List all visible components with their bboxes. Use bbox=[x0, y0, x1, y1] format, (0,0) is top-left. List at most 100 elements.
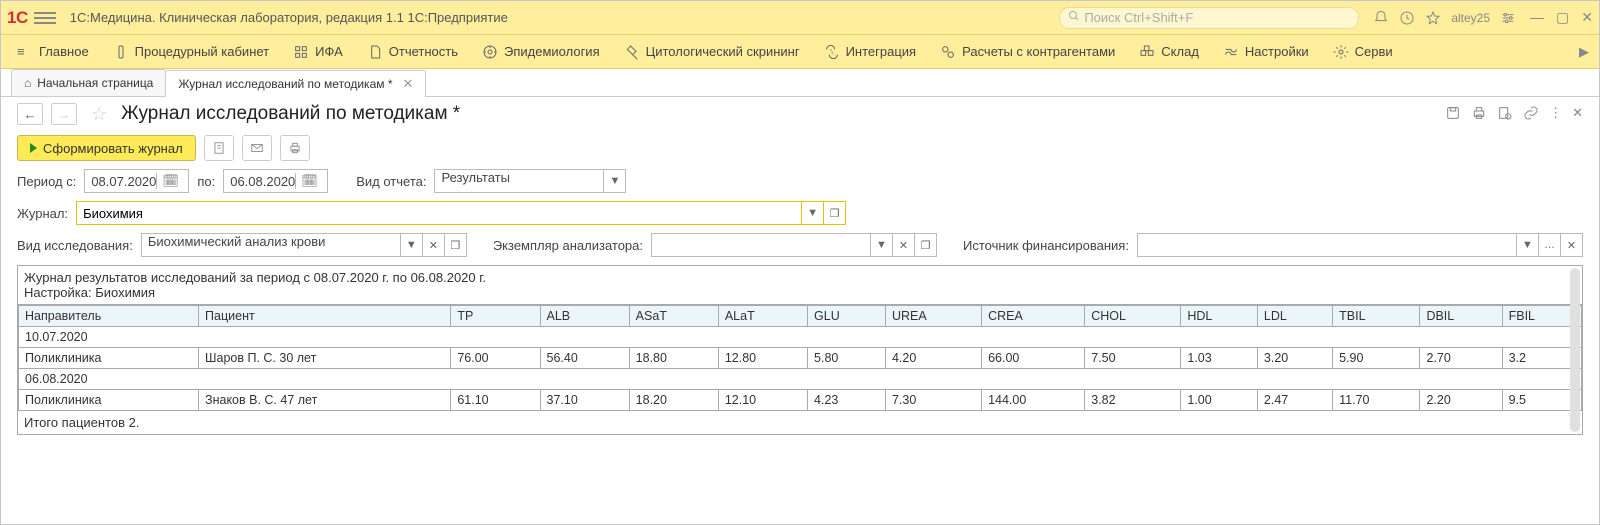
table-header: ASaT bbox=[629, 306, 718, 327]
period-from-label: Период с: bbox=[17, 174, 76, 189]
open-dialog-icon[interactable]: ❐ bbox=[823, 202, 845, 224]
menu-cytology[interactable]: Цитологический скрининг bbox=[612, 35, 812, 69]
journal-input[interactable]: ▼ ❐ bbox=[76, 201, 846, 225]
toolbar: Сформировать журнал bbox=[1, 131, 1599, 165]
table-header: TBIL bbox=[1333, 306, 1420, 327]
report-type-select[interactable]: Результаты ▼ bbox=[434, 169, 626, 193]
user-name[interactable]: altey25 bbox=[1451, 11, 1490, 25]
titlebar-icons: altey25 bbox=[1373, 10, 1516, 26]
close-form-icon[interactable]: ✕ bbox=[1572, 105, 1583, 124]
table-row[interactable]: ПоликлиникаЗнаков В. С. 47 лет61.1037.10… bbox=[19, 390, 1582, 411]
period-to-input[interactable]: 06.08.2020 🗓 bbox=[223, 169, 328, 193]
period-to-label: по: bbox=[197, 174, 215, 189]
settings-icon[interactable] bbox=[1500, 10, 1516, 26]
more-icon[interactable]: … bbox=[1539, 233, 1561, 257]
menu-main[interactable]: ≡Главное bbox=[5, 35, 101, 69]
search-icon bbox=[1068, 10, 1080, 25]
tab-home[interactable]: ⌂ Начальная страница bbox=[11, 69, 166, 96]
minimize-icon[interactable]: — bbox=[1530, 9, 1544, 26]
chevron-down-icon[interactable]: ▼ bbox=[871, 233, 893, 257]
titlebar: 1C 1С:Медицина. Клиническая лаборатория,… bbox=[1, 1, 1599, 35]
finance-input[interactable]: ▼ … ✕ bbox=[1137, 233, 1583, 257]
clear-icon[interactable]: ✕ bbox=[1561, 233, 1583, 257]
table-header: TP bbox=[451, 306, 540, 327]
tab-home-label: Начальная страница bbox=[37, 76, 153, 90]
report-type-label: Вид отчета: bbox=[356, 174, 426, 189]
table-header: HDL bbox=[1181, 306, 1258, 327]
preview-icon[interactable] bbox=[1497, 105, 1513, 124]
table-body: 10.07.2020ПоликлиникаШаров П. С. 30 лет7… bbox=[19, 327, 1582, 411]
table-header: ALaT bbox=[718, 306, 807, 327]
menu-icon[interactable] bbox=[34, 7, 56, 29]
link-icon[interactable] bbox=[1523, 105, 1539, 124]
chevron-down-icon[interactable]: ▼ bbox=[401, 233, 423, 257]
global-search[interactable]: Поиск Ctrl+Shift+F bbox=[1059, 7, 1359, 29]
chevron-down-icon[interactable]: ▼ bbox=[801, 202, 823, 224]
table-cell: Поликлиника bbox=[19, 390, 199, 411]
analyzer-label: Экземпляр анализатора: bbox=[493, 238, 643, 253]
filter-row-period: Период с: 08.07.2020 🗓 по: 06.08.2020 🗓 … bbox=[1, 165, 1599, 197]
menu-reports[interactable]: Отчетность bbox=[355, 35, 470, 69]
header-actions: ⋮ ✕ bbox=[1445, 105, 1583, 124]
table-cell: 11.70 bbox=[1333, 390, 1420, 411]
menu-settings[interactable]: Настройки bbox=[1211, 35, 1321, 69]
table-header: UREA bbox=[885, 306, 981, 327]
more-icon[interactable]: ⋮ bbox=[1549, 105, 1562, 124]
table-cell: 37.10 bbox=[540, 390, 629, 411]
table-header: DBIL bbox=[1420, 306, 1502, 327]
date-group: 10.07.2020 bbox=[19, 327, 1582, 348]
table-cell: 5.80 bbox=[808, 348, 886, 369]
tabs: ⌂ Начальная страница Журнал исследований… bbox=[1, 69, 1599, 97]
export-button[interactable] bbox=[204, 135, 234, 161]
tab-journal[interactable]: Журнал исследований по методикам * ✕ bbox=[165, 70, 426, 97]
table-row[interactable]: ПоликлиникаШаров П. С. 30 лет76.0056.401… bbox=[19, 348, 1582, 369]
analyzer-input[interactable]: ▼ ✕ ❐ bbox=[651, 233, 937, 257]
window-controls: — ▢ ✕ bbox=[1530, 9, 1593, 26]
favorite-icon[interactable]: ☆ bbox=[91, 104, 107, 125]
nav-back-button[interactable]: ← bbox=[17, 103, 43, 125]
table-cell: 66.00 bbox=[982, 348, 1085, 369]
calendar-icon[interactable]: 🗓 bbox=[156, 173, 184, 189]
menu-service[interactable]: Серви bbox=[1321, 35, 1405, 69]
table-cell: 4.20 bbox=[885, 348, 981, 369]
print-button[interactable] bbox=[280, 135, 310, 161]
report-desc-line1: Журнал результатов исследований за перио… bbox=[24, 270, 1576, 285]
form-journal-button[interactable]: Сформировать журнал bbox=[17, 135, 196, 161]
print-icon[interactable] bbox=[1471, 105, 1487, 124]
table-cell: 56.40 bbox=[540, 348, 629, 369]
clear-icon[interactable]: ✕ bbox=[893, 233, 915, 257]
close-icon[interactable]: ✕ bbox=[1581, 9, 1593, 26]
bell-icon[interactable] bbox=[1373, 10, 1389, 26]
open-dialog-icon[interactable]: ❐ bbox=[915, 233, 937, 257]
save-icon[interactable] bbox=[1445, 105, 1461, 124]
menu-procedure[interactable]: Процедурный кабинет bbox=[101, 35, 281, 69]
table-header: Пациент bbox=[199, 306, 451, 327]
table-header: CREA bbox=[982, 306, 1085, 327]
table-cell: 12.80 bbox=[718, 348, 807, 369]
journal-label: Журнал: bbox=[17, 206, 68, 221]
mail-button[interactable] bbox=[242, 135, 272, 161]
report-description: Журнал результатов исследований за перио… bbox=[18, 266, 1582, 305]
menu-ifa[interactable]: ИФА bbox=[281, 35, 355, 69]
menu-epidemiology[interactable]: Эпидемиология bbox=[470, 35, 612, 69]
menu-stock[interactable]: Склад bbox=[1127, 35, 1211, 69]
nav-forward-button[interactable]: → bbox=[51, 103, 77, 125]
tab-close-icon[interactable]: ✕ bbox=[403, 76, 414, 92]
table-header: LDL bbox=[1257, 306, 1332, 327]
maximize-icon[interactable]: ▢ bbox=[1556, 9, 1569, 26]
menu-integration[interactable]: Интеграция bbox=[812, 35, 929, 69]
history-icon[interactable] bbox=[1399, 10, 1415, 26]
menu-scroll-right[interactable]: ▶ bbox=[1573, 44, 1595, 60]
menu-calculations[interactable]: Расчеты с контрагентами bbox=[928, 35, 1127, 69]
open-dialog-icon[interactable]: ❐ bbox=[445, 233, 467, 257]
scrollbar[interactable] bbox=[1570, 268, 1580, 432]
chevron-down-icon[interactable]: ▼ bbox=[604, 169, 626, 193]
table-cell: 1.00 bbox=[1181, 390, 1258, 411]
star-icon[interactable] bbox=[1425, 10, 1441, 26]
chevron-down-icon[interactable]: ▼ bbox=[1517, 233, 1539, 257]
clear-icon[interactable]: ✕ bbox=[423, 233, 445, 257]
research-type-input[interactable]: Биохимический анализ крови ▼ ✕ ❐ bbox=[141, 233, 467, 257]
journal-field[interactable] bbox=[77, 202, 801, 224]
period-from-input[interactable]: 08.07.2020 🗓 bbox=[84, 169, 189, 193]
calendar-icon[interactable]: 🗓 bbox=[295, 173, 323, 189]
